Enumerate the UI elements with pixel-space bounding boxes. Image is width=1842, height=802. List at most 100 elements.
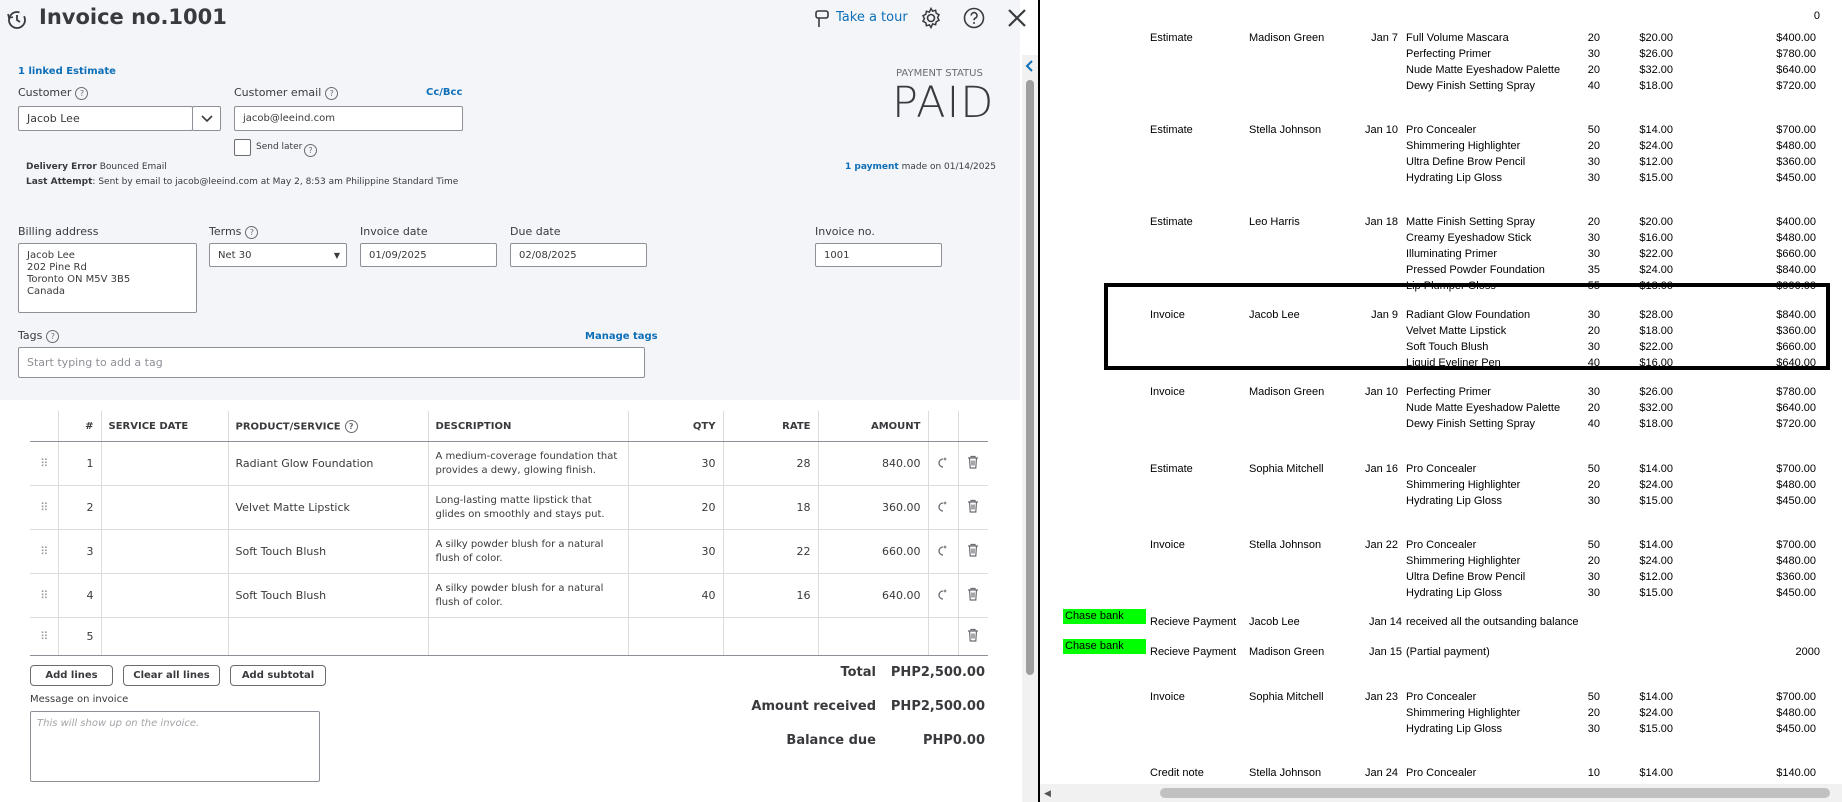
sheet-qty-cell: 30 (1587, 723, 1600, 735)
amount-cell[interactable]: 360.00 (817, 485, 928, 530)
add-subtotal-button[interactable]: Add subtotal (230, 665, 326, 686)
service-date-cell[interactable] (100, 441, 228, 486)
table-row[interactable]: ⠿ 1 Radiant Glow Foundation A medium-cov… (30, 441, 988, 486)
horizontal-scrollbar-thumb[interactable] (1160, 788, 1830, 798)
email-field[interactable]: jacob@leeind.com (234, 106, 463, 131)
billing-line: Toronto ON M5V 3B5 (27, 274, 131, 285)
message-textarea[interactable]: This will show up on the invoice. (30, 711, 320, 782)
sheet-product-cell: Perfecting Primer (1406, 48, 1491, 60)
description-cell[interactable]: A medium-coverage foundation that provid… (427, 441, 628, 486)
service-date-cell[interactable] (100, 529, 228, 574)
product-cell[interactable]: Velvet Matte Lipstick (227, 485, 428, 530)
qty-cell[interactable] (627, 617, 723, 656)
help-circle-icon[interactable]: ? (75, 86, 89, 100)
service-date-col-header: SERVICE DATE (100, 411, 228, 442)
help-circle-icon[interactable]: ? (46, 329, 60, 343)
rate-cell[interactable]: 22 (722, 529, 818, 574)
invoice-date-field[interactable]: 01/09/2025 (360, 243, 497, 267)
amount-cell[interactable]: 660.00 (817, 529, 928, 574)
sheet-customer-cell: Sophia Mitchell (1249, 463, 1324, 475)
rate-cell[interactable] (722, 617, 818, 656)
sparkle-icon[interactable] (927, 529, 958, 574)
qty-cell[interactable]: 20 (627, 485, 723, 530)
table-row[interactable]: ⠿ 4 Soft Touch Blush A silky powder blus… (30, 573, 988, 618)
payment-link[interactable]: 1 payment (845, 162, 899, 172)
sparkle-icon[interactable] (927, 573, 958, 618)
description-cell[interactable]: A silky powder blush for a natural flush… (427, 529, 628, 574)
description-cell[interactable]: Long-lasting matte lipstick that glides … (427, 485, 628, 530)
table-row[interactable]: ⠿ 3 Soft Touch Blush A silky powder blus… (30, 529, 988, 574)
send-later-checkbox[interactable] (234, 139, 251, 156)
description-cell[interactable] (427, 617, 628, 656)
due-date-field[interactable]: 02/08/2025 (510, 243, 647, 267)
qty-cell[interactable]: 40 (627, 573, 723, 618)
rate-cell[interactable]: 18 (722, 485, 818, 530)
horizontal-scrollbar[interactable]: ◀ (1040, 784, 1842, 802)
service-date-cell[interactable] (100, 617, 228, 656)
take-tour-link[interactable]: Take a tour (836, 10, 908, 25)
sheet-rate-cell: $26.00 (1639, 48, 1673, 60)
rate-col-header: RATE (722, 411, 818, 442)
sparkle-icon[interactable] (927, 441, 958, 486)
close-icon[interactable] (1005, 6, 1029, 34)
clear-all-lines-button[interactable]: Clear all lines (123, 665, 220, 686)
rate-cell[interactable]: 16 (722, 573, 818, 618)
terms-select[interactable]: Net 30 ▼ (209, 243, 347, 267)
help-circle-icon[interactable]: ? (325, 86, 339, 100)
customer-field[interactable]: Jacob Lee (18, 106, 193, 131)
trash-icon[interactable] (957, 529, 988, 574)
scroll-left-icon[interactable]: ◀ (1044, 788, 1051, 799)
gear-icon[interactable] (919, 6, 943, 34)
scrollbar-track[interactable] (1022, 55, 1038, 802)
qty-cell[interactable]: 30 (627, 529, 723, 574)
amount-cell[interactable]: 640.00 (817, 573, 928, 618)
qty-cell[interactable]: 30 (627, 441, 723, 486)
product-cell[interactable]: Soft Touch Blush (227, 529, 428, 574)
description-cell[interactable]: A silky powder blush for a natural flush… (427, 573, 628, 618)
drag-handle-icon[interactable]: ⠿ (30, 441, 58, 486)
product-col-header: PRODUCT/SERVICE? (227, 411, 428, 442)
sheet-rate-cell: $14.00 (1639, 691, 1673, 703)
service-date-cell[interactable] (100, 485, 228, 530)
sheet-product-cell: Ultra Define Brow Pencil (1406, 156, 1526, 168)
drag-handle-icon[interactable]: ⠿ (30, 573, 58, 618)
product-cell[interactable]: Soft Touch Blush (227, 573, 428, 618)
drag-handle-icon[interactable]: ⠿ (30, 485, 58, 530)
help-circle-icon[interactable]: ? (245, 225, 259, 239)
trash-icon[interactable] (957, 573, 988, 618)
sheet-product-cell: Matte Finish Setting Spray (1406, 216, 1536, 228)
tags-input[interactable]: Start typing to add a tag (18, 347, 645, 378)
manage-tags-link[interactable]: Manage tags (585, 331, 658, 342)
add-lines-button[interactable]: Add lines (30, 665, 113, 686)
billing-address-field[interactable]: Jacob Lee 202 Pine Rd Toronto ON M5V 3B5… (18, 243, 197, 313)
tour-icon[interactable] (814, 9, 832, 33)
history-icon[interactable] (5, 8, 29, 36)
product-cell[interactable] (227, 617, 428, 656)
product-cell[interactable]: Radiant Glow Foundation (227, 441, 428, 486)
amount-cell[interactable]: 840.00 (817, 441, 928, 486)
sheet-rate-cell: $24.00 (1639, 264, 1673, 276)
table-row[interactable]: ⠿ 5 (30, 617, 988, 656)
trash-icon[interactable] (957, 441, 988, 486)
linked-estimate-link[interactable]: 1 linked Estimate (18, 66, 116, 77)
help-circle-icon[interactable]: ? (344, 419, 358, 433)
service-date-cell[interactable] (100, 573, 228, 618)
invoice-no-field[interactable]: 1001 (815, 243, 942, 267)
collapse-chevron-icon[interactable] (1022, 55, 1038, 77)
sparkle-icon[interactable] (927, 485, 958, 530)
trash-icon[interactable] (957, 485, 988, 530)
table-row[interactable]: ⠿ 2 Velvet Matte Lipstick Long-lasting m… (30, 485, 988, 530)
scrollbar-thumb[interactable] (1026, 80, 1034, 675)
drag-handle-icon[interactable]: ⠿ (30, 529, 58, 574)
help-icon[interactable] (962, 6, 986, 34)
amount-cell[interactable] (817, 617, 928, 656)
trash-icon[interactable] (957, 617, 988, 656)
drag-handle-icon[interactable]: ⠿ (30, 617, 58, 656)
customer-dropdown[interactable] (192, 106, 221, 131)
help-circle-icon[interactable]: ? (304, 140, 317, 159)
sheet-qty-cell: 20 (1587, 707, 1600, 719)
sheet-rate-cell: $20.00 (1639, 216, 1673, 228)
cc-bcc-link[interactable]: Cc/Bcc (426, 87, 462, 98)
rate-cell[interactable]: 28 (722, 441, 818, 486)
sheet-product-cell: Pro Concealer (1406, 767, 1477, 779)
